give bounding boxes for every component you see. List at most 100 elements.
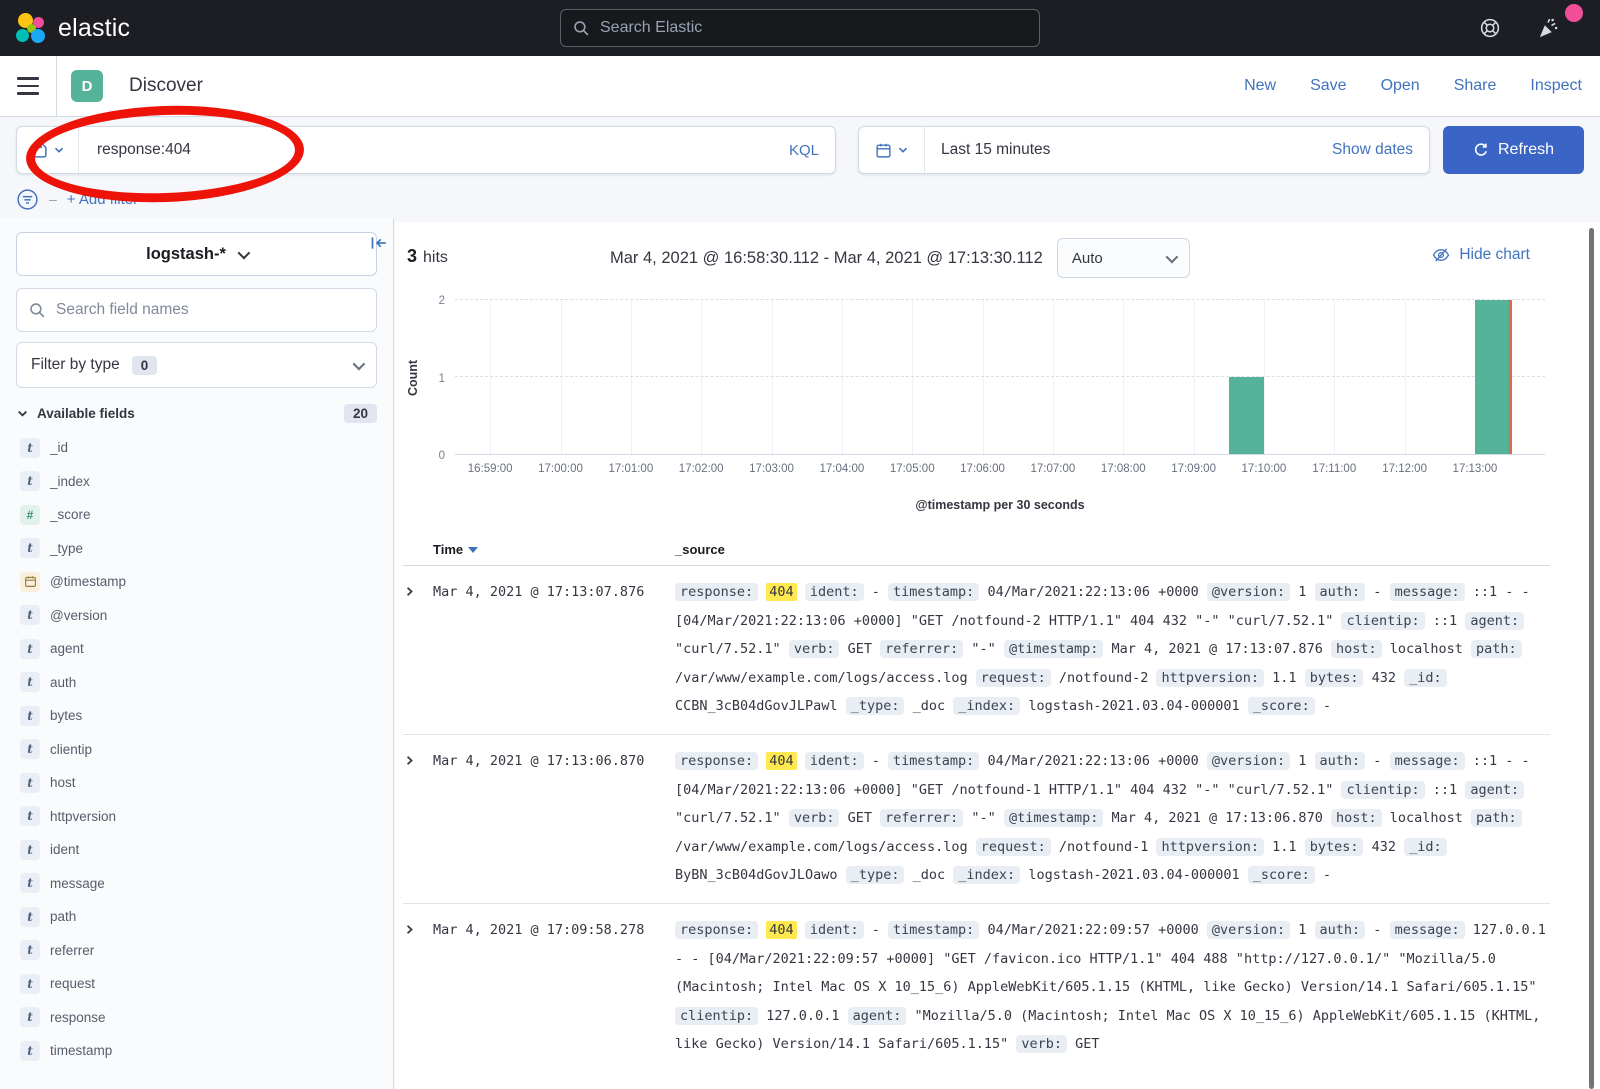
field-type-text-icon: t: [20, 706, 40, 726]
filter-divider: –: [49, 191, 57, 207]
field-item-_type[interactable]: t_type: [16, 532, 377, 566]
field-item-agent[interactable]: tagent: [16, 632, 377, 666]
histogram-time-range: Mar 4, 2021 @ 16:58:30.112 - Mar 4, 2021…: [610, 249, 1043, 268]
x-gridline: [1053, 300, 1054, 454]
inspect-button[interactable]: Inspect: [1530, 77, 1582, 95]
global-search-input[interactable]: Search Elastic: [560, 9, 1040, 47]
query-string[interactable]: response:404: [97, 141, 191, 159]
filter-options-icon[interactable]: [16, 188, 39, 211]
field-value: 432: [1372, 839, 1396, 855]
field-item-_id[interactable]: t_id: [16, 431, 377, 465]
filter-by-type-select[interactable]: Filter by type 0: [16, 342, 377, 388]
field-pill: message:: [1390, 583, 1465, 601]
field-item-ident[interactable]: tident: [16, 833, 377, 867]
share-button[interactable]: Share: [1454, 77, 1497, 95]
field-item-_index[interactable]: t_index: [16, 465, 377, 499]
elastic-brand[interactable]: elastic: [14, 11, 130, 45]
field-value: /var/www/example.com/logs/access.log: [675, 839, 968, 855]
query-input[interactable]: response:404 KQL: [16, 126, 836, 174]
refresh-icon: [1473, 142, 1489, 158]
field-item-timestamp[interactable]: ttimestamp: [16, 1034, 377, 1068]
hide-chart-button[interactable]: Hide chart: [1432, 246, 1530, 264]
x-tick-label: 17:01:00: [608, 463, 653, 475]
time-range-value[interactable]: Last 15 minutes: [941, 141, 1050, 159]
field-item-clientip[interactable]: tclientip: [16, 733, 377, 767]
field-item-request[interactable]: trequest: [16, 967, 377, 1001]
add-filter-button[interactable]: + Add filter: [67, 191, 138, 208]
field-item-response[interactable]: tresponse: [16, 1001, 377, 1035]
field-pill: _score:: [1248, 697, 1315, 715]
field-pill: _id:: [1404, 669, 1447, 687]
field-pill: auth:: [1315, 921, 1366, 939]
field-pill: path:: [1471, 809, 1522, 827]
field-value: CCBN_3cB04dGovJLPawl: [675, 698, 838, 714]
vertical-scrollbar[interactable]: [1589, 228, 1594, 1089]
time-column-header[interactable]: Time: [433, 542, 675, 557]
field-value: -: [872, 753, 880, 769]
field-pill: referrer:: [880, 809, 963, 827]
x-tick-label: 17:08:00: [1101, 463, 1146, 475]
field-item-path[interactable]: tpath: [16, 900, 377, 934]
table-row: Mar 4, 2021 @ 17:13:06.870response: 404 …: [403, 734, 1550, 903]
expand-row-icon[interactable]: [403, 747, 433, 890]
field-item-host[interactable]: thost: [16, 766, 377, 800]
x-tick-label: 17:04:00: [819, 463, 864, 475]
chart-plot-area: [455, 300, 1545, 455]
show-dates-button[interactable]: Show dates: [1332, 141, 1413, 159]
x-gridline: [1264, 300, 1265, 454]
field-pill: clientip:: [1341, 612, 1424, 630]
histogram-chart[interactable]: Count 012 16:59:0017:00:0017:01:0017:02:…: [395, 292, 1600, 524]
field-value: 04/Mar/2021:22:09:57 +0000: [987, 922, 1198, 938]
new-button[interactable]: New: [1244, 77, 1276, 95]
field-item-_score[interactable]: #_score: [16, 498, 377, 532]
field-search-input[interactable]: Search field names: [16, 288, 377, 332]
field-name: message: [50, 876, 105, 891]
field-item-bytes[interactable]: tbytes: [16, 699, 377, 733]
histogram-bar[interactable]: [1475, 300, 1510, 454]
search-icon: [29, 302, 46, 319]
saved-query-menu-button[interactable]: [17, 127, 79, 173]
field-name: clientip: [50, 742, 92, 757]
field-item-auth[interactable]: tauth: [16, 666, 377, 700]
index-pattern-switcher[interactable]: logstash-*: [16, 232, 377, 276]
field-item-httpversion[interactable]: thttpversion: [16, 800, 377, 834]
field-pill: response:: [675, 583, 758, 601]
field-item-@timestamp[interactable]: @timestamp: [16, 565, 377, 599]
field-item-@version[interactable]: t@version: [16, 599, 377, 633]
field-value: -: [1323, 698, 1331, 714]
interval-select[interactable]: Auto: [1057, 238, 1190, 278]
fields-sidebar: logstash-* Search field names Filter by …: [0, 218, 394, 1089]
histogram-bar[interactable]: [1229, 377, 1264, 454]
date-quick-menu-button[interactable]: [859, 127, 925, 173]
documents-table: Time _source Mar 4, 2021 @ 17:13:07.876r…: [403, 534, 1550, 1089]
field-value: 127.0.0.1: [766, 1008, 839, 1024]
news-icon[interactable]: [1537, 17, 1560, 40]
field-value: ::1: [1433, 613, 1457, 629]
x-tick-label: 17:00:00: [538, 463, 583, 475]
hits-count: 3hits: [407, 246, 448, 267]
space-avatar[interactable]: D: [71, 70, 103, 102]
field-name: timestamp: [50, 1043, 112, 1058]
save-button[interactable]: Save: [1310, 77, 1346, 95]
kql-language-button[interactable]: KQL: [789, 142, 819, 159]
field-name: auth: [50, 675, 76, 690]
menu-icon[interactable]: [0, 56, 57, 116]
field-type-text-icon: t: [20, 974, 40, 994]
field-name: bytes: [50, 708, 82, 723]
open-button[interactable]: Open: [1381, 77, 1420, 95]
row-source: response: 404 ident: - timestamp: 04/Mar…: [675, 916, 1550, 1059]
filter-type-count-badge: 0: [132, 356, 158, 375]
brand-name: elastic: [58, 14, 130, 43]
field-item-message[interactable]: tmessage: [16, 867, 377, 901]
help-icon[interactable]: [1479, 17, 1501, 39]
field-pill: _index:: [953, 697, 1020, 715]
field-value: 04/Mar/2021:22:13:06 +0000: [987, 584, 1198, 600]
refresh-button[interactable]: Refresh: [1443, 126, 1584, 174]
available-fields-header[interactable]: Available fields 20: [16, 404, 377, 423]
collapse-sidebar-icon[interactable]: [370, 234, 388, 252]
expand-row-icon[interactable]: [403, 578, 433, 721]
expand-row-icon[interactable]: [403, 916, 433, 1059]
field-item-referrer[interactable]: treferrer: [16, 934, 377, 968]
x-tick-label: 17:05:00: [890, 463, 935, 475]
field-pill: ident:: [805, 921, 864, 939]
